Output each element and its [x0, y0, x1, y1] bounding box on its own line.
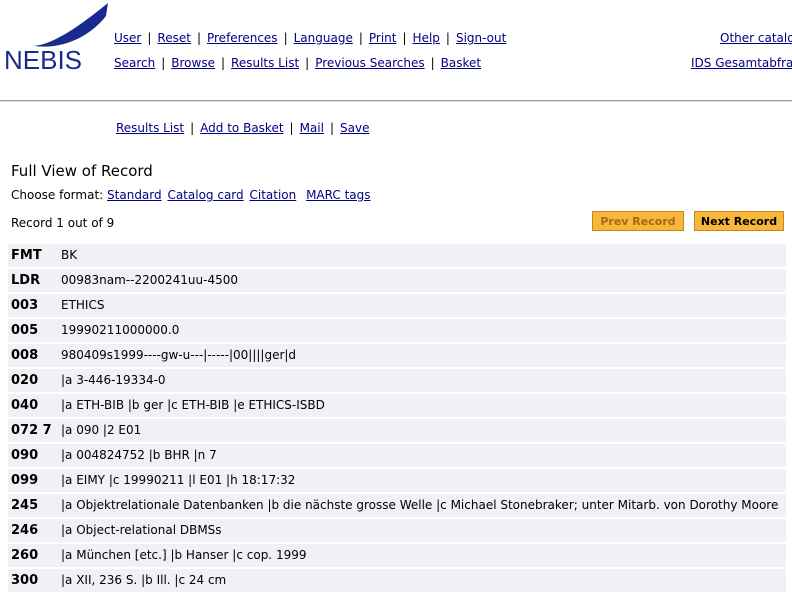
- table-row: 245 |a Objektrelationale Datenbanken |b d…: [8, 494, 786, 517]
- prev-record-button[interactable]: Prev Record: [592, 211, 684, 231]
- marc-value: BK: [58, 244, 786, 267]
- marc-tag: FMT: [8, 244, 58, 267]
- format-citation-link[interactable]: Citation: [249, 188, 296, 202]
- marc-tag: 008: [8, 344, 58, 367]
- format-standard-link[interactable]: Standard: [107, 188, 162, 202]
- mail-link[interactable]: Mail: [300, 121, 324, 135]
- marc-value: 19990211000000.0: [58, 319, 786, 342]
- top-nav: User | Reset | Preferences | Language | Print | He…: [114, 31, 507, 45]
- marc-tag: 040: [8, 394, 58, 417]
- nebis-logo: NEBIS: [0, 0, 112, 80]
- record-count: Record 1 out of 9: [11, 216, 115, 230]
- ids-gesamtabfrage-link[interactable]: IDS Gesamtabfra: [691, 56, 792, 70]
- marc-tag: 260: [8, 544, 58, 567]
- marc-value: |a 3-446-19334-0: [58, 369, 786, 392]
- record-actions-nav: Results List | Add to Basket | Mail | Save: [116, 121, 370, 135]
- marc-tag: 246: [8, 519, 58, 542]
- nav-help-link[interactable]: Help: [413, 31, 440, 45]
- marc-tag: 245: [8, 494, 58, 517]
- marc-value: |a München [etc.] |b Hanser |c cop. 1999: [58, 544, 786, 567]
- marc-value: |a ETH-BIB |b ger |c ETH-BIB |e ETHICS-I…: [58, 394, 786, 417]
- marc-value: 980409s1999----gw-u---|-----|00||||ger|d: [58, 344, 786, 367]
- header-divider: [0, 100, 792, 102]
- table-row: LDR 00983nam--2200241uu-4500: [8, 269, 786, 292]
- format-marc-tags-link[interactable]: MARC tags: [306, 188, 370, 202]
- table-row: 099 |a EIMY |c 19990211 |l E01 |h 18:17:3…: [8, 469, 786, 492]
- save-link[interactable]: Save: [340, 121, 369, 135]
- page-title: Full View of Record: [11, 162, 153, 180]
- marc-tag: 003: [8, 294, 58, 317]
- add-to-basket-link[interactable]: Add to Basket: [200, 121, 283, 135]
- marc-value: |a 090 |2 E01: [58, 419, 786, 442]
- format-selector: Choose format: Standard Catalog card Cit…: [11, 188, 373, 202]
- marc-value: |a XII, 236 S. |b Ill. |c 24 cm: [58, 569, 786, 592]
- marc-tag: 090: [8, 444, 58, 467]
- marc-record-table: FMT BK LDR 00983nam--2200241uu-4500 003 ETH…: [8, 242, 786, 594]
- nav-reset-link[interactable]: Reset: [157, 31, 191, 45]
- table-row: FMT BK: [8, 244, 786, 267]
- table-row: 020 |a 3-446-19334-0: [8, 369, 786, 392]
- results-list-link[interactable]: Results List: [116, 121, 184, 135]
- marc-tag: 072 7: [8, 419, 58, 442]
- marc-value: |a Objektrelationale Datenbanken |b die …: [58, 494, 786, 517]
- next-record-button[interactable]: Next Record: [694, 211, 784, 231]
- nav-language-link[interactable]: Language: [294, 31, 353, 45]
- table-row: 260 |a München [etc.] |b Hanser |c cop. 1…: [8, 544, 786, 567]
- marc-value: 00983nam--2200241uu-4500: [58, 269, 786, 292]
- other-catalogs-link[interactable]: Other catalo: [720, 31, 792, 45]
- table-row: 300 |a XII, 236 S. |b Ill. |c 24 cm: [8, 569, 786, 592]
- marc-value: |a Object-relational DBMSs: [58, 519, 786, 542]
- nav-basket-link[interactable]: Basket: [441, 56, 481, 70]
- marc-tag: 020: [8, 369, 58, 392]
- marc-value: ETHICS: [58, 294, 786, 317]
- marc-value: |a 004824752 |b BHR |n 7: [58, 444, 786, 467]
- marc-tag: 099: [8, 469, 58, 492]
- nav-signout-link[interactable]: Sign-out: [456, 31, 506, 45]
- nav-preferences-link[interactable]: Preferences: [207, 31, 278, 45]
- marc-tag: LDR: [8, 269, 58, 292]
- format-catalog-card-link[interactable]: Catalog card: [167, 188, 243, 202]
- table-row: 003 ETHICS: [8, 294, 786, 317]
- table-row: 005 19990211000000.0: [8, 319, 786, 342]
- format-label: Choose format:: [11, 188, 104, 202]
- table-row: 008 980409s1999----gw-u---|-----|00||||ge…: [8, 344, 786, 367]
- svg-text:NEBIS: NEBIS: [4, 45, 82, 75]
- nav-user-link[interactable]: User: [114, 31, 141, 45]
- table-row: 090 |a 004824752 |b BHR |n 7: [8, 444, 786, 467]
- table-row: 072 7 |a 090 |2 E01: [8, 419, 786, 442]
- table-row: 040 |a ETH-BIB |b ger |c ETH-BIB |e ETHIC…: [8, 394, 786, 417]
- nav-print-link[interactable]: Print: [369, 31, 397, 45]
- marc-tag: 005: [8, 319, 58, 342]
- nav-search-link[interactable]: Search: [114, 56, 155, 70]
- main-nav: Search | Browse | Results List | Previous Sear…: [114, 56, 482, 70]
- marc-value: |a EIMY |c 19990211 |l E01 |h 18:17:32: [58, 469, 786, 492]
- marc-tag: 300: [8, 569, 58, 592]
- table-row: 246 |a Object-relational DBMSs: [8, 519, 786, 542]
- nav-results-list-link[interactable]: Results List: [231, 56, 299, 70]
- nav-previous-searches-link[interactable]: Previous Searches: [315, 56, 424, 70]
- nav-browse-link[interactable]: Browse: [171, 56, 215, 70]
